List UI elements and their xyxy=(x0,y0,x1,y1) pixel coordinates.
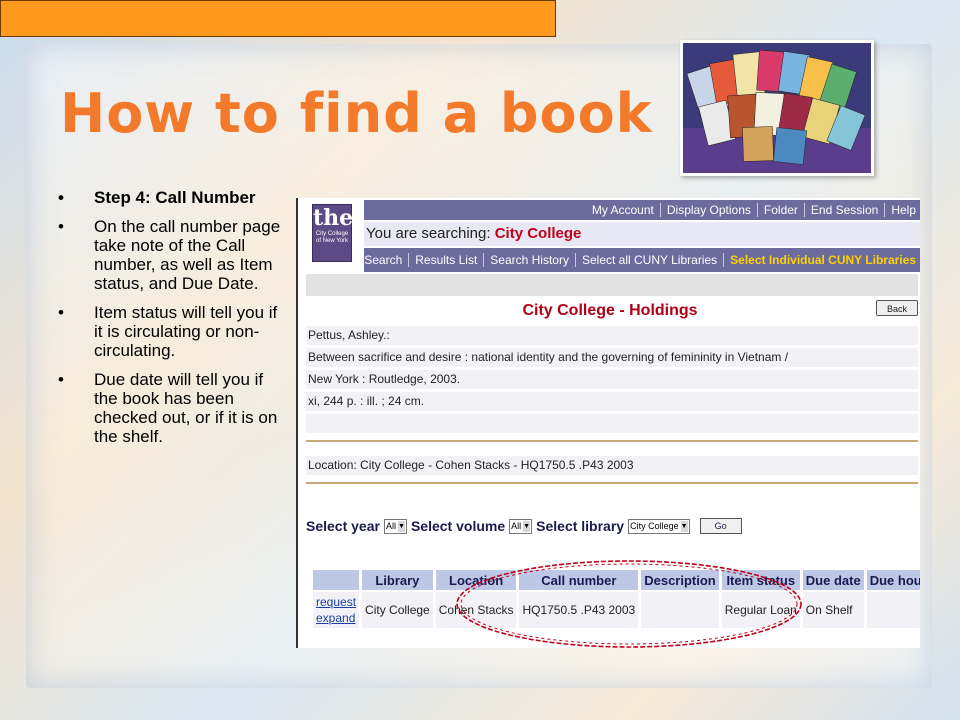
back-button[interactable]: Back xyxy=(876,300,918,316)
nav-help[interactable]: Help xyxy=(884,203,920,217)
select-volume-dropdown[interactable]: All ▼ xyxy=(509,518,533,534)
select-library-dropdown[interactable]: City College ▼ xyxy=(628,518,690,534)
cell-due-hour xyxy=(866,592,920,628)
record-title: Between sacrifice and desire : national … xyxy=(306,348,918,367)
table-row: request expand City College Cohen Stacks… xyxy=(313,592,920,628)
record-description: xi, 244 p. : ill. ; 24 cm. xyxy=(306,392,918,411)
city-college-logo[interactable]: the City College of New York xyxy=(312,204,353,262)
select-volume-label: Select volume xyxy=(410,518,506,534)
instruction-list: Step 4: Call Number On the call number p… xyxy=(58,188,282,456)
column-header-item-status: Item status xyxy=(721,570,800,590)
column-header-library: Library xyxy=(362,570,433,590)
row-links-cell: request expand xyxy=(313,592,360,628)
column-header-due-hour: Due hour xyxy=(866,570,920,590)
top-navigation: My Account Display Options Folder End Se… xyxy=(364,200,920,220)
column-header-due-date: Due date xyxy=(802,570,864,590)
nav-results-list[interactable]: Results List xyxy=(408,253,483,267)
dropdown-arrow-icon: ▼ xyxy=(397,520,405,532)
column-header-location: Location xyxy=(435,570,517,590)
bullet-item-status: Item status will tell you if it is circu… xyxy=(58,303,282,360)
filter-row: Select year All ▼ Select volume All ▼ Sele… xyxy=(306,518,742,534)
cell-library: City College xyxy=(362,592,433,628)
column-header-description: Description xyxy=(641,570,719,590)
nav-display-options[interactable]: Display Options xyxy=(659,203,757,217)
nav-my-account[interactable]: My Account xyxy=(586,203,660,217)
books-collage-image xyxy=(683,43,871,173)
dropdown-arrow-icon: ▼ xyxy=(523,520,531,532)
slide-title: How to find a book xyxy=(60,82,653,145)
nav-end-session[interactable]: End Session xyxy=(803,203,884,217)
books-photo xyxy=(680,40,874,176)
accent-bar xyxy=(0,0,556,37)
nav-search-history[interactable]: Search History xyxy=(483,253,575,267)
bullet-call-number: On the call number page take note of the… xyxy=(58,217,282,293)
nav-search[interactable]: Search xyxy=(358,253,408,267)
table-header-row: Library Location Call number Description… xyxy=(313,570,920,590)
catalog-screenshot: the City College of New York My Account … xyxy=(296,198,920,648)
nav-select-individual-cuny[interactable]: Select Individual CUNY Libraries xyxy=(723,253,920,267)
searching-value: City College xyxy=(494,225,582,242)
select-year-label: Select year xyxy=(306,518,380,534)
cell-call-number: HQ1750.5 .P43 2003 xyxy=(519,592,639,628)
cell-location: Cohen Stacks xyxy=(435,592,517,628)
cell-item-status: Regular Loan xyxy=(721,592,800,628)
dropdown-arrow-icon: ▼ xyxy=(680,520,688,532)
expand-link[interactable]: expand xyxy=(316,610,356,626)
record-publisher: New York : Routledge, 2003. xyxy=(306,370,918,389)
record-author: Pettus, Ashley.: xyxy=(306,326,918,345)
request-link[interactable]: request xyxy=(316,594,356,610)
searching-label: You are searching: xyxy=(366,225,491,242)
items-table: Library Location Call number Description… xyxy=(310,568,920,630)
search-navigation: Search Results List Search History Selec… xyxy=(364,248,920,272)
holdings-title: City College - Holdings xyxy=(522,302,698,319)
location-line: Location: City College - Cohen Stacks - … xyxy=(306,456,918,475)
bullet-step: Step 4: Call Number xyxy=(58,188,282,207)
gray-spacer xyxy=(306,274,918,296)
select-year-dropdown[interactable]: All ▼ xyxy=(383,518,407,534)
record-blank xyxy=(306,414,918,433)
searching-banner: You are searching: City College xyxy=(364,222,920,246)
nav-folder[interactable]: Folder xyxy=(756,203,804,217)
divider xyxy=(306,482,918,484)
column-header-links xyxy=(313,570,360,590)
go-button[interactable]: Go xyxy=(699,518,742,534)
cell-due-date: On Shelf xyxy=(802,592,864,628)
nav-select-all-cuny[interactable]: Select all CUNY Libraries xyxy=(574,253,723,267)
cell-description xyxy=(641,592,719,628)
bullet-due-date: Due date will tell you if the book has b… xyxy=(58,370,282,446)
select-library-label: Select library xyxy=(536,518,625,534)
column-header-call-number: Call number xyxy=(519,570,639,590)
divider xyxy=(306,440,918,442)
